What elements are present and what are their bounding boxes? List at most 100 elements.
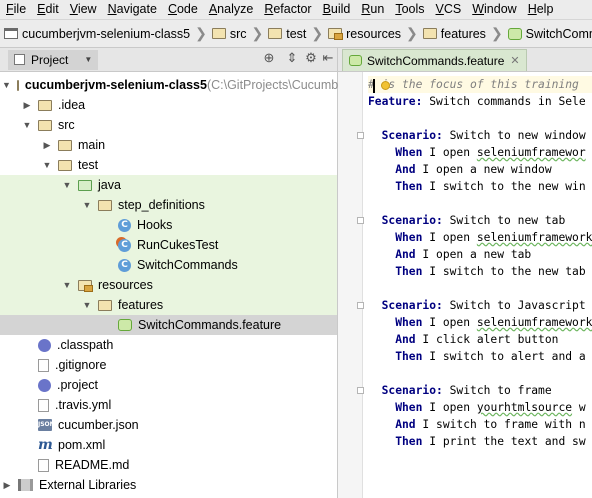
project-view-selector[interactable]: Project ▼: [8, 49, 99, 70]
tree-item-label: External Libraries: [39, 478, 137, 492]
code-text: I open a new window: [415, 163, 552, 176]
tree-item-label: java: [98, 178, 121, 192]
expanded-arrow-icon[interactable]: ▼: [22, 120, 32, 130]
tree-item[interactable]: README.md: [0, 455, 337, 475]
code-text: seleniumframework: [476, 316, 592, 329]
collapsed-arrow-icon[interactable]: ▶: [42, 140, 52, 151]
code-line: When I open seleniumframewor: [368, 144, 585, 161]
expanded-arrow-icon[interactable]: ▼: [82, 300, 92, 310]
breadcrumb-item[interactable]: src: [208, 20, 251, 47]
menu-vcs[interactable]: VCS: [430, 0, 467, 19]
menu-help[interactable]: Help: [522, 0, 559, 19]
expanded-arrow-icon[interactable]: ▼: [62, 280, 72, 290]
tree-item-label: .classpath: [57, 338, 114, 352]
tree-item[interactable]: ▶ main: [0, 135, 337, 155]
code-line: And I open a new window: [368, 161, 552, 178]
editor-panel: SwitchCommands.feature ✕ # is the focus …: [338, 48, 592, 498]
gherkin-keyword: And: [368, 333, 416, 346]
code-area[interactable]: # is the focus of this training Feature: …: [368, 72, 592, 498]
tree-item[interactable]: SwitchCommands.feature: [0, 315, 337, 335]
expanded-arrow-icon[interactable]: ▼: [82, 200, 92, 210]
breadcrumb-item[interactable]: test: [264, 20, 310, 47]
code-text: I click alert button: [415, 333, 559, 346]
fold-marker-icon[interactable]: [357, 132, 364, 139]
expanded-arrow-icon[interactable]: ▼: [2, 80, 11, 90]
tree-item[interactable]: ▼ src: [0, 115, 337, 135]
breadcrumb-item[interactable]: features: [419, 20, 490, 47]
collapsed-arrow-icon[interactable]: ▶: [22, 100, 32, 111]
menu-window[interactable]: Window: [466, 0, 521, 19]
fold-marker-icon[interactable]: [357, 217, 364, 224]
text-file-icon: [38, 458, 49, 472]
menu-file[interactable]: File: [0, 0, 31, 19]
breadcrumb-item[interactable]: resources: [324, 20, 405, 47]
gherkin-keyword: Feature:: [368, 95, 423, 108]
fold-marker-icon[interactable]: [357, 387, 364, 394]
tree-item[interactable]: ▼ test: [0, 155, 337, 175]
editor-tab-label: SwitchCommands.feature: [367, 53, 505, 68]
code-text: I switch to frame with n: [415, 418, 586, 431]
menu-build[interactable]: Build: [317, 0, 356, 19]
tree-item-label: features: [118, 298, 164, 312]
tree-item[interactable]: .gitignore: [0, 355, 337, 375]
code-line: And I switch to frame with n: [368, 416, 586, 433]
menu-bar: File Edit View Navigate Code Analyze Refactor B…: [0, 0, 592, 20]
folder-icon: [422, 28, 437, 39]
tree-item[interactable]: ▼ java: [0, 175, 337, 195]
gherkin-keyword: Then: [368, 350, 423, 363]
tree-item[interactable]: ▼ cucumberjvm-selenium-class5 (C:\GitProj…: [0, 75, 338, 95]
tree-item[interactable]: JSON cucumber.json: [0, 415, 337, 435]
breadcrumb: cucumberjvm-selenium-class5 ❯ src ❯ test ❯ res…: [0, 20, 592, 48]
collapsed-arrow-icon[interactable]: ▶: [2, 480, 12, 491]
code-text: I open: [422, 401, 477, 414]
breadcrumb-separator-icon: ❯: [251, 25, 264, 41]
breadcrumb-item[interactable]: SwitchCommands.feature: [504, 20, 592, 47]
tree-item-label: .idea: [58, 98, 86, 112]
run-class-icon: C: [118, 238, 131, 252]
menu-run[interactable]: Run: [355, 0, 389, 19]
code-line: When I open yourhtmlsource w: [368, 399, 585, 416]
tree-item[interactable]: ▶ .idea: [0, 95, 337, 115]
breadcrumb-label: test: [286, 26, 307, 41]
menu-edit[interactable]: Edit: [31, 0, 64, 19]
hide-panel-icon[interactable]: ⇤: [321, 51, 335, 65]
feature-file-icon: [507, 27, 522, 40]
fold-marker-icon[interactable]: [357, 302, 364, 309]
expanded-arrow-icon[interactable]: ▼: [42, 160, 52, 170]
menu-analyze[interactable]: Analyze: [203, 0, 258, 19]
collapse-all-icon[interactable]: ⇕: [285, 51, 299, 65]
maven-icon: m: [38, 437, 53, 453]
gear-icon[interactable]: ⚙: [304, 51, 318, 65]
tree-item[interactable]: m pom.xml: [0, 435, 337, 455]
editor-tab-switchcommands-feature[interactable]: SwitchCommands.feature ✕: [342, 49, 527, 71]
tree-item[interactable]: C SwitchCommands: [0, 255, 337, 275]
close-icon[interactable]: ✕: [510, 54, 519, 67]
menu-tools[interactable]: Tools: [389, 0, 429, 19]
breadcrumb-item[interactable]: cucumberjvm-selenium-class5: [0, 20, 194, 47]
menu-view[interactable]: View: [64, 0, 102, 19]
tree-item[interactable]: C Hooks: [0, 215, 337, 235]
lightbulb-icon[interactable]: [381, 81, 390, 90]
expanded-arrow-icon[interactable]: ▼: [62, 180, 72, 190]
code-text: I print the text and sw: [422, 435, 586, 448]
menu-refactor[interactable]: Refactor: [258, 0, 316, 19]
tree-item[interactable]: ▼ features: [0, 295, 337, 315]
tree-item[interactable]: ▼ resources: [0, 275, 337, 295]
menu-code[interactable]: Code: [162, 0, 203, 19]
code-comment: # is the focus of this training: [368, 78, 579, 91]
tree-item-label: SwitchCommands.feature: [138, 318, 282, 332]
project-panel-header: Project ▼ ⊕ ⇕ ⚙ ⇤: [0, 48, 337, 72]
tree-item-label: cucumberjvm-selenium-class5: [24, 78, 207, 92]
tree-item[interactable]: .project: [0, 375, 337, 395]
tree-item[interactable]: C RunCukesTest: [0, 235, 337, 255]
code-text: Switch commands in Sele: [422, 95, 586, 108]
tree-item[interactable]: .travis.yml: [0, 395, 337, 415]
code-line: And I click alert button: [368, 331, 558, 348]
menu-navigate[interactable]: Navigate: [102, 0, 162, 19]
code-line: Scenario: Switch to new window: [368, 127, 586, 144]
tree-item[interactable]: ▶ External Libraries: [0, 475, 337, 495]
tree-item[interactable]: ▼ step_definitions: [0, 195, 337, 215]
tree-item[interactable]: .classpath: [0, 335, 337, 355]
breadcrumb-label: SwitchCommands.feature: [525, 26, 592, 41]
sync-icon[interactable]: ⊕: [262, 51, 276, 65]
